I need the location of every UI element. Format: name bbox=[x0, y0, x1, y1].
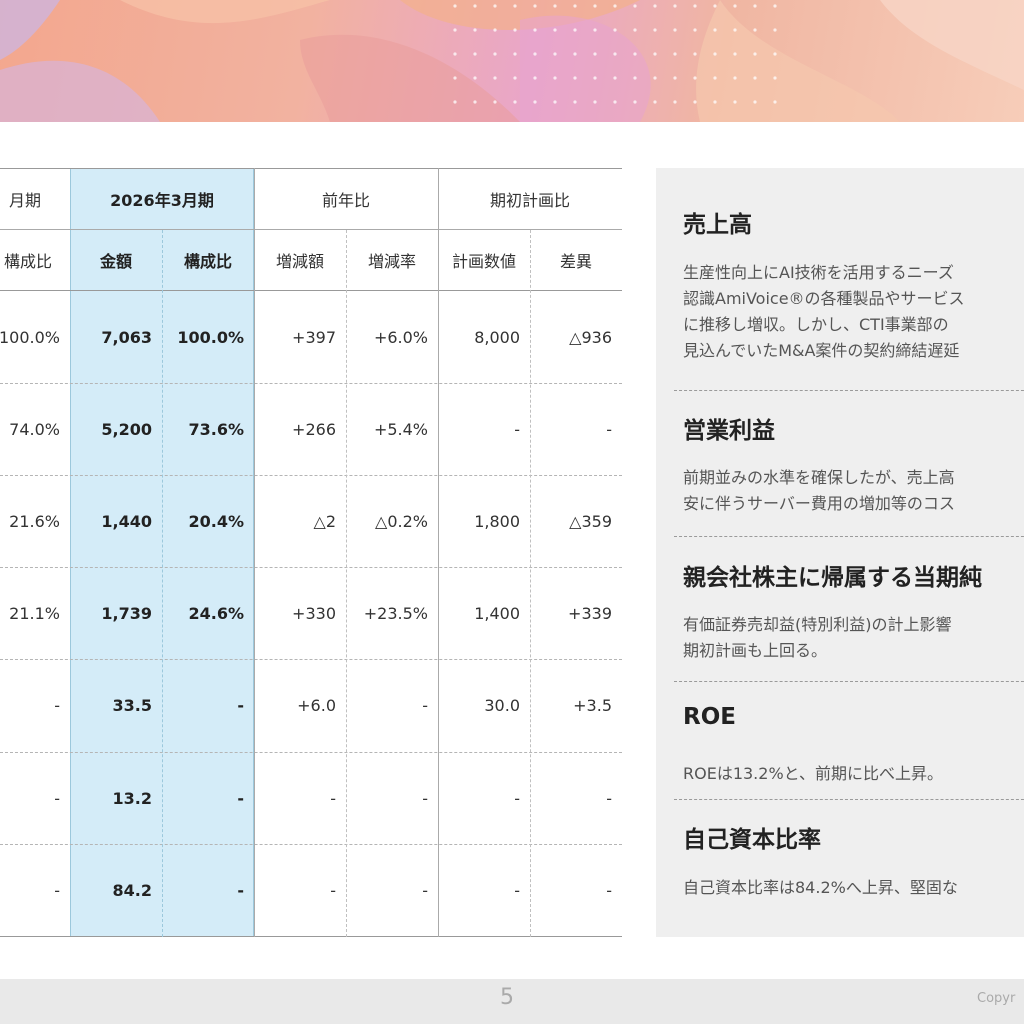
table-cell: - bbox=[237, 788, 244, 808]
table-cell: 20.4% bbox=[188, 511, 244, 531]
table-cell: 7,063 bbox=[101, 327, 152, 347]
table-cell: 100.0% bbox=[177, 327, 244, 347]
table-cell: +397 bbox=[292, 327, 336, 347]
body-line: 自己資本比率は84.2%へ上昇、堅固な bbox=[683, 878, 958, 897]
table-cell: 100.0% bbox=[0, 327, 60, 347]
table-cell: +6.0% bbox=[373, 327, 428, 347]
section-title-roe: ROE bbox=[683, 704, 736, 730]
table-cell: 30.0 bbox=[484, 696, 520, 715]
financial-results-table: 月期 2026年3月期 前年比 期初計画比 構成比 金額 構成比 増減額 増減率… bbox=[0, 168, 622, 937]
subheader-ratio: 構成比 bbox=[183, 251, 232, 271]
table-cell: △936 bbox=[569, 327, 612, 347]
section-body-sales: 生産性向上にAI技術を活用するニーズ 認識AmiVoice®の各種製品やサービス… bbox=[683, 260, 965, 364]
table-cell: 1,440 bbox=[101, 511, 152, 531]
section-title-operating-profit: 営業利益 bbox=[683, 418, 775, 444]
body-line: 見込んでいたM&A案件の契約締結遅延 bbox=[683, 341, 960, 360]
table-cell: △2 bbox=[313, 511, 336, 531]
table-cell: 24.6% bbox=[188, 603, 244, 623]
section-title-sales: 売上高 bbox=[683, 212, 752, 238]
section-body-roe: ROEは13.2%と、前期に比べ上昇。 bbox=[683, 761, 943, 787]
table-cell: 8,000 bbox=[474, 327, 520, 347]
section-body-operating-profit: 前期並みの水準を確保したが、売上高 安に伴うサーバー費用の増加等のコス bbox=[683, 465, 955, 517]
table-cell: - bbox=[606, 880, 612, 900]
table-cell: - bbox=[422, 880, 428, 900]
table-cell: +266 bbox=[292, 419, 336, 439]
table-cell: - bbox=[54, 880, 60, 900]
table-cell: - bbox=[514, 880, 520, 900]
subheader-change-amount: 増減額 bbox=[275, 251, 324, 271]
copyright-text: Copyr bbox=[977, 991, 1016, 1006]
table-cell: △359 bbox=[569, 511, 612, 531]
table-cell: - bbox=[330, 788, 336, 808]
section-body-equity-ratio: 自己資本比率は84.2%へ上昇、堅固な bbox=[683, 875, 958, 901]
table-cell: △0.2% bbox=[375, 511, 428, 531]
body-line: ROEは13.2%と、前期に比べ上昇。 bbox=[683, 764, 944, 783]
table-cell: - bbox=[422, 696, 428, 715]
table-cell: 1,400 bbox=[474, 603, 520, 623]
table-cell: +3.5 bbox=[573, 696, 612, 715]
table-cell: +23.5% bbox=[363, 603, 428, 623]
banner-artwork bbox=[0, 0, 1024, 122]
body-line: 生産性向上にAI技術を活用するニーズ bbox=[683, 263, 954, 282]
section-body-net-income: 有価証券売却益(特別利益)の計上影響 期初計画も上回る。 bbox=[683, 612, 952, 664]
table-cell: 1,739 bbox=[101, 603, 152, 623]
table-bottom-rule bbox=[0, 936, 622, 937]
section-separator bbox=[674, 536, 1024, 537]
table-cell: 84.2 bbox=[112, 880, 152, 900]
section-separator bbox=[674, 799, 1024, 800]
body-line: 安に伴うサーバー費用の増加等のコス bbox=[683, 494, 955, 513]
table-cell: - bbox=[422, 788, 428, 808]
body-line: 有価証券売却益(特別利益)の計上影響 bbox=[683, 615, 952, 634]
table-cell: - bbox=[54, 788, 60, 808]
header-plan: 期初計画比 bbox=[489, 190, 570, 210]
table-cell: - bbox=[606, 788, 612, 808]
table-cell: +330 bbox=[292, 603, 336, 623]
section-separator bbox=[674, 681, 1024, 682]
table-cell: 33.5 bbox=[112, 696, 152, 715]
table-cell: - bbox=[514, 788, 520, 808]
table-cell: 1,800 bbox=[474, 511, 520, 531]
table-cell: - bbox=[606, 419, 612, 439]
page-number: 5 bbox=[500, 985, 514, 1010]
table-cell: - bbox=[237, 696, 244, 715]
table-cell: - bbox=[237, 880, 244, 900]
body-line: 認識AmiVoice®の各種製品やサービス bbox=[683, 289, 965, 308]
commentary-panel: 売上高 生産性向上にAI技術を活用するニーズ 認識AmiVoice®の各種製品や… bbox=[656, 168, 1024, 937]
body-line: に推移し増収。しかし、CTI事業部の bbox=[683, 315, 949, 334]
footer: 5 Copyr bbox=[0, 979, 1024, 1024]
header-prev-period: 月期 bbox=[8, 190, 41, 210]
section-title-net-income: 親会社株主に帰属する当期純 bbox=[683, 565, 982, 591]
header-banner bbox=[0, 0, 1024, 122]
section-title-equity-ratio: 自己資本比率 bbox=[683, 827, 821, 853]
table-cell: +5.4% bbox=[373, 419, 428, 439]
header-current-period: 2026年3月期 bbox=[110, 190, 214, 210]
subheader-variance: 差異 bbox=[559, 251, 592, 271]
table-cell: 13.2 bbox=[112, 788, 152, 808]
subheader-change-rate: 増減率 bbox=[367, 251, 416, 271]
table-cell: - bbox=[330, 880, 336, 900]
table-cell: 21.6% bbox=[9, 511, 60, 531]
header-yoy: 前年比 bbox=[321, 190, 370, 210]
body-line: 前期並みの水準を確保したが、売上高 bbox=[683, 468, 955, 487]
table-cell: - bbox=[514, 419, 520, 439]
section-separator bbox=[674, 390, 1024, 391]
body-line: 期初計画も上回る。 bbox=[683, 641, 828, 660]
subheader-prev-ratio: 構成比 bbox=[3, 251, 52, 271]
subheader-amount: 金額 bbox=[99, 251, 132, 271]
table-cell: 5,200 bbox=[101, 419, 152, 439]
table-cell: 73.6% bbox=[188, 419, 244, 439]
subheader-plan-value: 計画数値 bbox=[451, 251, 516, 271]
table-cell: - bbox=[54, 696, 60, 715]
table-cell: 74.0% bbox=[9, 419, 60, 439]
table-cell: +6.0 bbox=[297, 696, 336, 715]
table-cell: +339 bbox=[568, 603, 612, 623]
table-cell: 21.1% bbox=[9, 603, 60, 623]
